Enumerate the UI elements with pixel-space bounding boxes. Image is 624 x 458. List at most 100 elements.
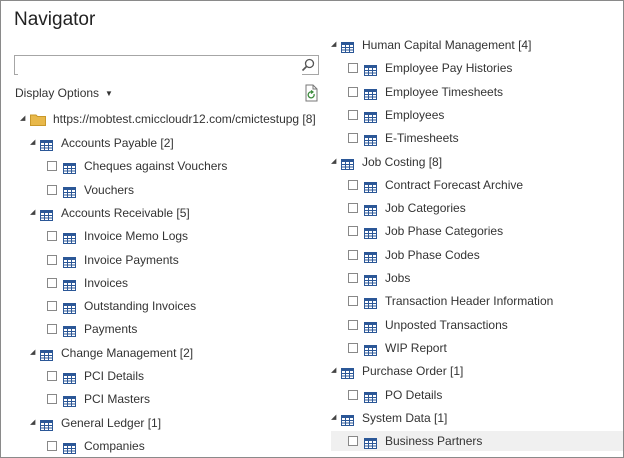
item-checkbox[interactable] [47,301,57,312]
table-icon [63,323,76,338]
item-checkbox[interactable] [348,203,358,214]
tree-item[interactable]: Job Categories [331,198,623,218]
tree-item[interactable]: Invoice Payments [30,250,320,270]
item-checkbox[interactable] [348,109,358,120]
tree-item[interactable]: Jobs [331,268,623,288]
tree-item[interactable]: PO Details [331,385,623,405]
item-checkbox[interactable] [47,277,57,288]
display-options-dropdown[interactable]: Display Options ▼ [15,86,113,100]
tree-item[interactable]: Job Phase Codes [331,245,623,265]
tree-item[interactable]: Unposted Transactions [331,315,623,335]
search-input[interactable] [18,57,302,75]
item-label: Business Partners [385,434,483,449]
tree-group[interactable]: ◢ Human Capital Management [4] [331,35,623,55]
tree-item[interactable]: Cheques against Vouchers [30,156,320,176]
tree-item[interactable]: Employee Pay Histories [331,58,623,78]
table-icon [364,179,377,193]
item-checkbox[interactable] [348,86,358,97]
item-checkbox[interactable] [348,133,358,144]
tree-item[interactable]: Employee Timesheets [331,82,623,102]
expand-arrow-icon[interactable]: ◢ [30,133,38,153]
tree-group[interactable]: ◢ General Ledger [1] [30,413,320,433]
item-label: WIP Report [385,340,447,355]
expand-arrow-icon[interactable]: ◢ [30,413,38,433]
item-checkbox[interactable] [348,63,358,74]
expand-arrow-icon[interactable]: ◢ [331,408,339,428]
tree-group[interactable]: ◢ System Data [1] [331,408,623,428]
tree-group[interactable]: ◢ Job Costing [8] [331,152,623,172]
item-checkbox[interactable] [47,324,57,335]
item-checkbox[interactable] [348,179,358,190]
refresh-icon[interactable] [304,84,320,102]
navigator-title: Navigator [14,9,96,30]
tree-item[interactable]: PCI Masters [30,389,320,409]
item-label: Job Phase Codes [385,247,480,262]
search-icon[interactable] [301,58,315,72]
tree-item[interactable]: Vouchers [30,180,320,200]
tree-item[interactable]: Companies [30,436,320,456]
item-checkbox[interactable] [348,249,358,260]
item-checkbox[interactable] [47,371,57,381]
table-icon [364,62,377,77]
tree-item[interactable]: Invoice Memo Logs [30,226,320,246]
table-icon [364,389,377,403]
tree-item[interactable]: Payments [30,319,320,339]
tree-item[interactable]: Job Phase Categories [331,221,623,241]
item-checkbox[interactable] [47,394,57,405]
item-label: Companies [84,438,145,453]
item-checkbox[interactable] [47,254,57,265]
tree-item[interactable]: Invoices [30,273,320,293]
item-label: Job Categories [385,201,466,216]
item-label: E-Timesheets [385,131,459,146]
item-checkbox[interactable] [348,319,358,330]
item-checkbox[interactable] [47,231,57,242]
group-label: Purchase Order [1] [362,364,464,379]
table-icon [63,254,76,268]
tree-item[interactable]: Transaction Header Information [331,291,623,311]
item-checkbox[interactable] [348,436,358,447]
item-label: PCI Details [84,369,145,383]
group-label: System Data [1] [362,410,448,425]
tree-group[interactable]: ◢ Accounts Payable [2] [30,133,320,153]
tree-item[interactable]: E-Timesheets [331,128,623,148]
table-icon [40,417,53,431]
item-label: PCI Masters [84,392,151,407]
table-icon [63,160,76,175]
item-checkbox[interactable] [348,226,358,237]
tree-item[interactable]: Business Partners [331,431,623,452]
item-label: Contract Forecast Archive [385,177,524,192]
item-checkbox[interactable] [47,161,57,172]
expand-arrow-icon[interactable]: ◢ [30,203,38,223]
tree-root[interactable]: ◢ https://mobtest.cmiccloudr12.com/cmicte… [15,109,316,129]
table-icon [364,272,377,286]
tree-group[interactable]: ◢ Accounts Receivable [5] [30,203,320,223]
tree-group[interactable]: ◢ Change Management [2] [30,343,320,363]
item-checkbox[interactable] [47,184,57,195]
item-label: Job Phase Categories [385,224,504,239]
tree-item[interactable]: Contract Forecast Archive [331,175,623,195]
item-checkbox[interactable] [348,342,358,353]
expand-arrow-icon[interactable]: ◢ [331,152,339,172]
tree-item[interactable]: PCI Details [30,366,320,386]
item-checkbox[interactable] [47,440,57,451]
item-label: Outstanding Invoices [84,299,197,314]
group-label: General Ledger [1] [61,415,162,430]
expand-arrow-icon[interactable]: ◢ [331,361,339,381]
item-checkbox[interactable] [348,389,358,400]
item-label: Payments [84,322,138,337]
tree-group[interactable]: ◢ Purchase Order [1] [331,361,623,381]
table-icon [364,319,377,333]
table-icon [63,393,76,408]
item-label: Employees [385,107,445,122]
table-icon [364,109,377,123]
tree-item[interactable]: WIP Report [331,338,623,358]
tree-item[interactable]: Employees [331,105,623,125]
expand-arrow-icon[interactable]: ◢ [20,109,28,129]
item-checkbox[interactable] [348,296,358,307]
table-icon [40,207,53,221]
expand-arrow-icon[interactable]: ◢ [30,343,38,363]
expand-arrow-icon[interactable]: ◢ [331,35,339,55]
item-checkbox[interactable] [348,273,358,283]
table-icon [364,132,377,147]
tree-item[interactable]: Outstanding Invoices [30,296,320,316]
